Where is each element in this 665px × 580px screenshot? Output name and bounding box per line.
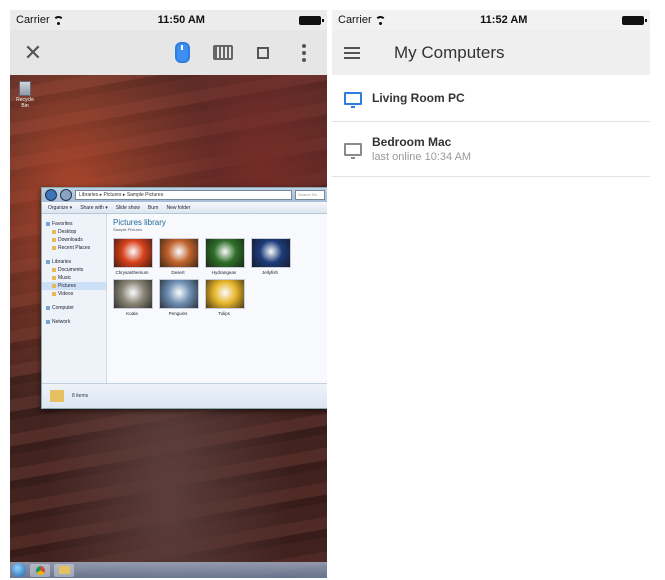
my-computers-screen: Carrier 11:52 AM My Computers Living Roo… xyxy=(332,10,650,578)
picture-thumbnail[interactable]: Hydrangeas xyxy=(205,238,245,275)
nav-item[interactable]: Desktop xyxy=(42,228,106,236)
windows-taskbar xyxy=(10,562,327,578)
battery-icon xyxy=(298,15,324,25)
picture-label: Koala xyxy=(126,311,138,316)
picture-label: Desert xyxy=(171,270,185,275)
fullscreen-button[interactable] xyxy=(248,30,278,75)
computer-row[interactable]: Bedroom Mac last online 10:34 AM xyxy=(332,122,650,177)
computer-list: Living Room PC Bedroom Mac last online 10:… xyxy=(332,75,650,177)
remote-desktop-view[interactable]: Recycle Bin Libraries ▸ Pictures ▸ Sampl… xyxy=(10,75,327,578)
menu-button[interactable] xyxy=(332,30,372,75)
picture-thumbnail[interactable]: Desert xyxy=(159,238,199,275)
fullscreen-icon xyxy=(257,46,269,59)
picture-grid: Chrysanthemum Desert Hydrangeas Jellyfish Ko… xyxy=(113,238,322,316)
picture-label: Jellyfish xyxy=(261,270,278,275)
explorer-window[interactable]: Libraries ▸ Pictures ▸ Sample Pictures S… xyxy=(41,187,327,409)
carrier-label: Carrier xyxy=(338,14,372,26)
status-bar: Carrier 11:50 AM xyxy=(10,10,327,30)
overflow-menu-button[interactable] xyxy=(289,30,319,75)
recycle-bin-icon[interactable]: Recycle Bin xyxy=(14,81,36,109)
picture-image xyxy=(159,279,199,309)
explorer-command[interactable]: Share with ▾ xyxy=(80,205,108,211)
nav-item[interactable]: Computer xyxy=(42,304,106,312)
chrome-icon xyxy=(35,565,45,575)
monitor-icon xyxy=(344,91,362,108)
back-icon[interactable] xyxy=(45,189,57,201)
picture-label: Hydrangeas xyxy=(211,270,237,275)
picture-label: Chrysanthemum xyxy=(115,270,149,275)
nav-item[interactable]: Pictures xyxy=(42,282,106,290)
picture-image xyxy=(205,279,245,309)
forward-icon[interactable] xyxy=(60,189,72,201)
picture-image xyxy=(251,238,291,268)
more-vert-icon xyxy=(302,43,306,62)
explorer-command[interactable]: New folder xyxy=(166,205,190,211)
computer-name: Living Room PC xyxy=(372,91,465,105)
app-bar: My Computers xyxy=(332,30,650,75)
explorer-icon xyxy=(58,566,70,574)
computer-name: Bedroom Mac xyxy=(372,135,452,149)
explorer-status-bar: 8 items xyxy=(42,383,327,408)
nav-item[interactable]: Favorites xyxy=(42,220,106,228)
address-bar[interactable]: Libraries ▸ Pictures ▸ Sample Pictures xyxy=(75,190,292,200)
wifi-icon xyxy=(374,15,386,25)
session-toolbar: ✕ xyxy=(10,30,327,75)
folder-icon xyxy=(50,390,64,402)
explorer-command[interactable]: Organize ▾ xyxy=(48,205,72,211)
picture-thumbnail[interactable]: Tulips xyxy=(205,279,245,316)
picture-image xyxy=(205,238,245,268)
explorer-content: Pictures library Sample Pictures Chrysan… xyxy=(107,214,327,395)
nav-item[interactable]: Downloads xyxy=(42,236,106,244)
nav-item[interactable]: Music xyxy=(42,274,106,282)
close-button[interactable]: ✕ xyxy=(18,30,48,75)
clock: 11:52 AM xyxy=(480,14,528,26)
explorer-command[interactable]: Slide show xyxy=(116,205,140,211)
wifi-icon xyxy=(52,15,64,25)
explorer-command[interactable]: Burn xyxy=(148,205,159,211)
picture-image xyxy=(113,279,153,309)
mouse-mode-button[interactable] xyxy=(167,30,197,75)
keyboard-icon xyxy=(213,45,233,60)
computer-status: last online 10:34 AM xyxy=(372,151,472,163)
battery-icon xyxy=(621,15,647,25)
explorer-search[interactable]: Search Sa xyxy=(295,190,325,200)
keyboard-button[interactable] xyxy=(208,30,238,75)
picture-thumbnail[interactable]: Chrysanthemum xyxy=(113,238,153,275)
page-title: My Computers xyxy=(394,42,505,62)
nav-item[interactable]: Videos xyxy=(42,290,106,298)
taskbar-explorer[interactable] xyxy=(54,563,74,577)
picture-thumbnail[interactable]: Jellyfish xyxy=(251,238,291,275)
nav-item[interactable]: Recent Places xyxy=(42,244,106,252)
item-count: 8 items xyxy=(72,393,89,399)
carrier-label: Carrier xyxy=(16,14,50,26)
start-button[interactable] xyxy=(12,563,26,577)
picture-image xyxy=(159,238,199,268)
remote-session-screen: Carrier 11:50 AM ✕ Recycle Bin Libraries… xyxy=(10,10,327,578)
explorer-nav-pane: Favorites Desktop Downloads Recent Places Li… xyxy=(42,214,107,395)
picture-thumbnail[interactable]: Penguins xyxy=(159,279,199,316)
taskbar-chrome[interactable] xyxy=(30,563,50,577)
mouse-icon xyxy=(174,42,190,63)
computer-row[interactable]: Living Room PC xyxy=(332,75,650,122)
picture-image xyxy=(113,238,153,268)
library-subtitle: Sample Pictures xyxy=(113,227,143,232)
hamburger-icon xyxy=(344,51,360,54)
nav-item[interactable]: Documents xyxy=(42,266,106,274)
status-bar: Carrier 11:52 AM xyxy=(332,10,650,30)
explorer-command-bar: Organize ▾ Share with ▾ Slide show Burn New … xyxy=(42,202,327,214)
library-title: Pictures library xyxy=(113,218,166,227)
clock: 11:50 AM xyxy=(157,14,205,26)
picture-thumbnail[interactable]: Koala xyxy=(113,279,153,316)
explorer-title-bar: Libraries ▸ Pictures ▸ Sample Pictures S… xyxy=(42,188,327,202)
close-icon: ✕ xyxy=(23,39,43,65)
nav-item[interactable]: Network xyxy=(42,318,106,326)
picture-label: Tulips xyxy=(218,311,230,316)
picture-label: Penguins xyxy=(168,311,188,316)
monitor-icon xyxy=(344,142,362,159)
nav-item[interactable]: Libraries xyxy=(42,258,106,266)
